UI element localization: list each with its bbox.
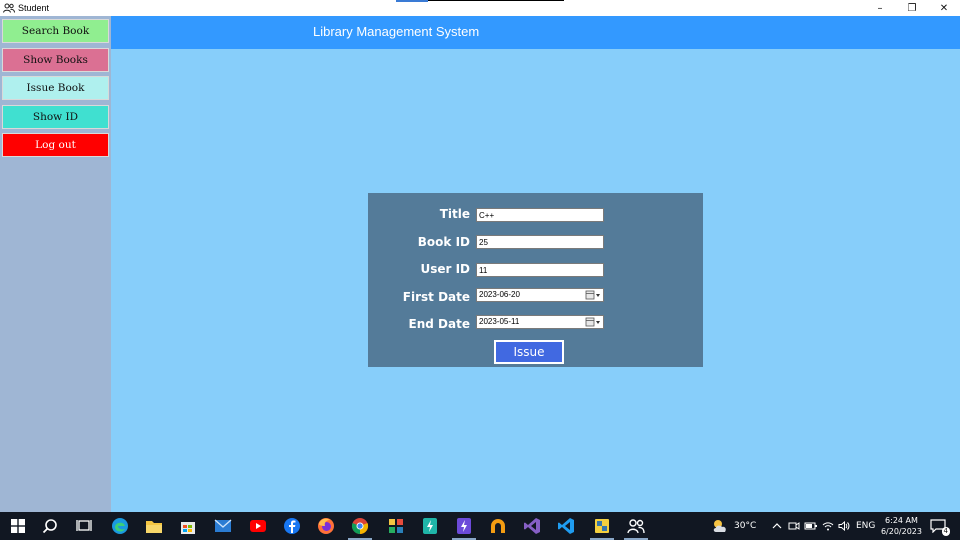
user-id-label: User ID [420,262,470,276]
firefox-icon[interactable] [316,516,336,536]
wifi-icon[interactable] [822,521,834,531]
microsoft-store-icon[interactable] [178,516,198,536]
camera-icon[interactable] [788,521,800,531]
minimize-button[interactable]: – [864,0,896,16]
weather-temperature: 30°C [734,521,757,531]
colored-squares-app-icon[interactable] [386,516,406,536]
clock-time: 6:24 AM [885,516,918,525]
restore-button[interactable]: ❐ [896,0,928,16]
purple-bolt-app-icon[interactable] [454,516,474,536]
title-label: Title [439,207,470,221]
chrome-icon[interactable] [350,516,370,536]
users-app-icon[interactable] [626,516,646,536]
end-date-label: End Date [408,317,470,331]
chevron-up-icon[interactable] [772,522,782,530]
notification-center[interactable]: 4 [930,512,950,540]
title-focus-accent [396,0,428,2]
language-indicator[interactable]: ENG [856,521,875,531]
windows-start-icon[interactable] [8,516,28,536]
sidebar: Search Book Show Books Issue Book Show I… [0,16,111,512]
visual-studio-icon[interactable] [522,516,542,536]
file-explorer-icon[interactable] [144,516,164,536]
youtube-icon[interactable] [248,516,268,536]
vscode-icon[interactable] [556,516,576,536]
first-date-label: First Date [402,290,470,304]
window-controls: – ❐ ✕ [864,0,960,16]
issue-book-button[interactable]: Issue Book [2,76,109,100]
book-id-input[interactable] [476,235,604,249]
mail-icon[interactable] [213,516,233,536]
header-bar: Library Management System [111,16,960,49]
facebook-icon[interactable] [282,516,302,536]
users-icon [2,1,16,15]
issue-button[interactable]: Issue [494,340,564,364]
battery-icon[interactable] [804,521,818,531]
notification-icon: 4 [930,519,950,536]
window-title-bar[interactable]: Student – ❐ ✕ [0,0,960,16]
speaker-icon[interactable] [838,521,850,531]
weather-widget[interactable]: 30°C [710,512,756,540]
taskbar: 30°C ENG 6:24 AM 6/20/2023 4 [0,512,960,540]
calendar-dropdown-icon[interactable] [585,290,601,300]
end-date-picker[interactable]: 2023-05-11 [476,315,604,329]
taskbar-clock[interactable]: 6:24 AM 6/20/2023 [881,515,922,537]
teal-bolt-app-icon[interactable] [420,516,440,536]
show-id-button[interactable]: Show ID [2,105,109,129]
system-tray: ENG [772,512,875,540]
edge-browser-icon[interactable] [110,516,130,536]
show-books-button[interactable]: Show Books [2,48,109,72]
issue-form-panel: Title Book ID User ID First Date 2023-06… [368,193,703,367]
close-button[interactable]: ✕ [928,0,960,16]
weather-cloud-sun-icon [710,518,730,534]
first-date-value: 2023-06-20 [479,290,520,299]
orange-arch-app-icon[interactable] [488,516,508,536]
end-date-value: 2023-05-11 [479,317,520,326]
task-view-icon[interactable] [74,516,94,536]
search-book-button[interactable]: Search Book [2,19,109,43]
logout-button[interactable]: Log out [2,133,109,157]
notification-count-badge: 4 [941,527,950,536]
book-id-label: Book ID [417,235,470,249]
title-input[interactable] [476,208,604,222]
search-icon[interactable] [40,516,60,536]
window-title: Student [18,3,50,13]
python-idle-icon[interactable] [592,516,612,536]
page-title: Library Management System [313,24,480,39]
first-date-picker[interactable]: 2023-06-20 [476,288,604,302]
clock-date: 6/20/2023 [880,527,922,536]
user-id-input[interactable] [476,263,604,277]
calendar-dropdown-icon[interactable] [585,317,601,327]
